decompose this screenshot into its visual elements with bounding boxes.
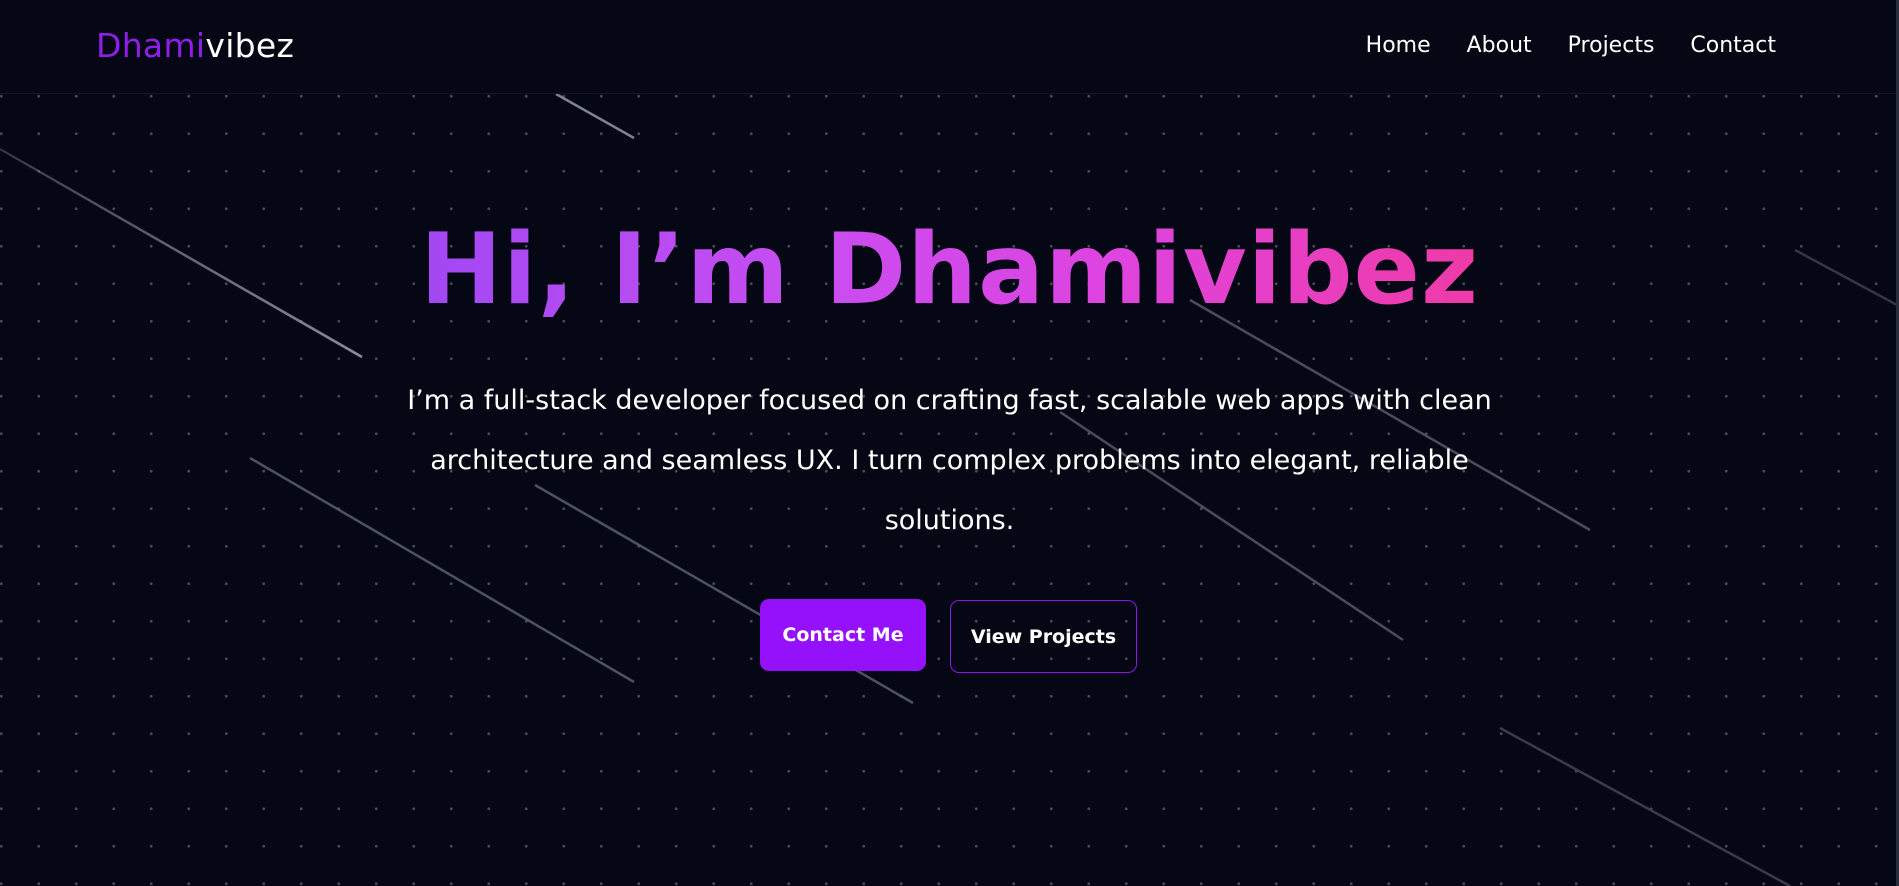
hero-subtitle: I’m a full-stack developer focused on cr…: [407, 385, 1492, 536]
hero-title: Hi, I’m Dhamivibez: [0, 210, 1899, 330]
logo-part-1: Dhami: [96, 26, 206, 65]
logo-part-2: vibez: [205, 26, 295, 65]
nav-link-projects[interactable]: Projects: [1568, 30, 1655, 62]
site-logo[interactable]: Dhamivibez: [96, 24, 294, 68]
hero-title-text: Hi, I’m Dhamivibez: [420, 210, 1479, 330]
page: Dhamivibez Home About Projects Contact H…: [0, 0, 1899, 886]
main-nav: Home About Projects Contact: [1366, 30, 1776, 62]
streak: [555, 92, 635, 140]
nav-link-about[interactable]: About: [1467, 30, 1532, 62]
navbar: Dhamivibez Home About Projects Contact: [0, 0, 1896, 94]
streak: [1499, 726, 1791, 886]
nav-link-contact[interactable]: Contact: [1690, 30, 1776, 62]
view-projects-button[interactable]: View Projects: [950, 600, 1137, 673]
contact-me-button[interactable]: Contact Me: [760, 599, 926, 671]
nav-link-home[interactable]: Home: [1366, 30, 1431, 62]
